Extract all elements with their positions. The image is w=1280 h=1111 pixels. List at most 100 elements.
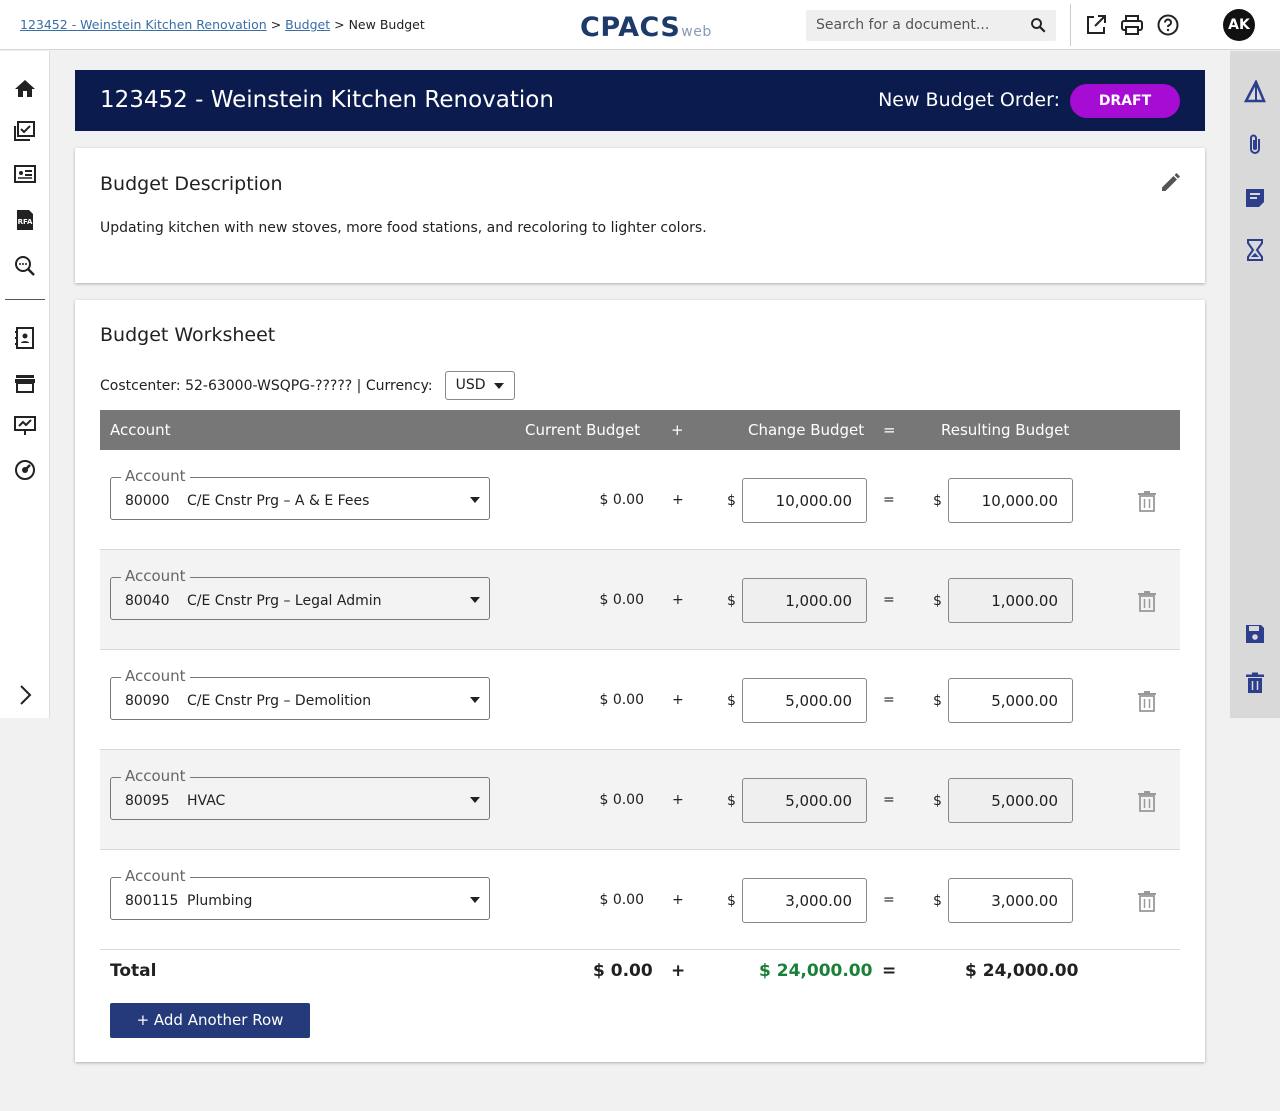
account-select[interactable]: Account 800115 Plumbing xyxy=(110,867,490,920)
account-select[interactable]: Account 80095 HVAC xyxy=(110,767,490,820)
total-equals: = xyxy=(882,961,897,981)
table-row: Account 80040 C/E Cnstr Prg – Legal Admi… xyxy=(100,550,1180,650)
toolbar-divider xyxy=(1070,4,1071,46)
table-row: Account 80095 HVAC $ 0.00 + $ 5,000.00 =… xyxy=(100,750,1180,850)
current-budget-value: $ 0.00 xyxy=(599,692,644,708)
search-placeholder: Search for a document... xyxy=(816,17,990,33)
currency-select[interactable]: USD xyxy=(444,371,515,400)
resulting-budget-input[interactable]: 5,000.00 xyxy=(948,778,1073,823)
plus-sign: + xyxy=(672,592,684,608)
breadcrumb: 123452 - Weinstein Kitchen Renovation > … xyxy=(20,17,425,32)
contacts-icon[interactable] xyxy=(13,326,37,350)
account-code: 800115 xyxy=(125,893,179,909)
account-select[interactable]: Account 80090 C/E Cnstr Prg – Demolition xyxy=(110,667,490,720)
trash-icon[interactable] xyxy=(1135,489,1159,513)
hourglass-icon[interactable] xyxy=(1243,238,1267,262)
breadcrumb-separator: > xyxy=(334,17,345,32)
search-review-icon[interactable] xyxy=(13,254,37,278)
project-header: 123452 - Weinstein Kitchen Renovation Ne… xyxy=(75,70,1205,131)
currency-symbol: $ xyxy=(933,793,942,809)
resulting-budget-input[interactable]: 1,000.00 xyxy=(948,578,1073,623)
left-sidebar: RFA xyxy=(0,51,50,718)
account-field-label: Account xyxy=(121,767,190,785)
open-external-icon[interactable] xyxy=(1084,13,1108,37)
trash-icon[interactable] xyxy=(1135,889,1159,913)
breadcrumb-budget-link[interactable]: Budget xyxy=(285,17,330,32)
tasks-icon[interactable] xyxy=(13,119,37,143)
total-result: $ 24,000.00 xyxy=(965,961,1079,981)
chevron-down-icon xyxy=(470,497,480,503)
notes-icon[interactable] xyxy=(1243,186,1267,210)
currency-symbol: $ xyxy=(933,493,942,509)
currency-symbol: $ xyxy=(727,693,736,709)
expand-icon[interactable] xyxy=(13,683,37,707)
equals-sign: = xyxy=(883,592,895,608)
costcenter-label: Costcenter: 52-63000-WSQPG-????? | Curre… xyxy=(100,377,433,394)
currency-symbol: $ xyxy=(727,593,736,609)
trash-icon[interactable] xyxy=(1135,789,1159,813)
account-field-label: Account xyxy=(121,867,190,885)
rfa-icon[interactable]: RFA xyxy=(13,208,37,232)
account-select[interactable]: Account 80000 C/E Cnstr Prg – A & E Fees xyxy=(110,467,490,520)
trash-icon[interactable] xyxy=(1135,689,1159,713)
account-name: HVAC xyxy=(187,793,226,809)
logo-suffix: web xyxy=(681,24,712,40)
triangle-icon[interactable] xyxy=(1243,80,1267,104)
account-name: Plumbing xyxy=(187,893,253,909)
currency-symbol: $ xyxy=(933,693,942,709)
contract-icon[interactable] xyxy=(13,162,37,186)
presentation-icon[interactable] xyxy=(13,414,37,438)
plus-sign: + xyxy=(672,692,684,708)
current-budget-value: $ 0.00 xyxy=(599,492,644,508)
plus-sign: + xyxy=(672,792,684,808)
search-icon[interactable] xyxy=(1029,16,1047,34)
equals-sign: = xyxy=(883,492,895,508)
currency-symbol: $ xyxy=(727,493,736,509)
resulting-budget-input[interactable]: 5,000.00 xyxy=(948,678,1073,723)
change-budget-input[interactable]: 1,000.00 xyxy=(742,578,867,623)
breadcrumb-project-link[interactable]: 123452 - Weinstein Kitchen Renovation xyxy=(20,17,267,32)
store-icon[interactable] xyxy=(13,372,37,396)
description-title: Budget Description xyxy=(100,173,283,195)
chevron-down-icon xyxy=(493,383,504,389)
resulting-budget-input[interactable]: 3,000.00 xyxy=(948,878,1073,923)
equals-sign: = xyxy=(883,792,895,808)
total-label: Total xyxy=(110,961,157,981)
currency-symbol: $ xyxy=(727,793,736,809)
change-budget-input[interactable]: 10,000.00 xyxy=(742,478,867,523)
trash-icon[interactable] xyxy=(1135,589,1159,613)
add-row-button[interactable]: + Add Another Row xyxy=(110,1003,310,1038)
column-header-equals: = xyxy=(883,421,896,439)
account-name: C/E Cnstr Prg – A & E Fees xyxy=(187,493,370,509)
svg-text:RFA: RFA xyxy=(18,218,33,226)
change-budget-input[interactable]: 5,000.00 xyxy=(742,778,867,823)
change-budget-input[interactable]: 5,000.00 xyxy=(742,678,867,723)
order-label: New Budget Order: xyxy=(878,89,1060,111)
top-bar: 123452 - Weinstein Kitchen Renovation > … xyxy=(0,0,1280,50)
delete-icon[interactable] xyxy=(1243,671,1267,695)
app-logo[interactable]: CPACSweb xyxy=(580,12,712,43)
breadcrumb-separator: > xyxy=(270,17,282,32)
currency-symbol: $ xyxy=(727,893,736,909)
attachment-icon[interactable] xyxy=(1243,133,1267,157)
change-budget-input[interactable]: 3,000.00 xyxy=(742,878,867,923)
dashboard-icon[interactable] xyxy=(13,458,37,482)
save-icon[interactable] xyxy=(1243,622,1267,646)
chevron-down-icon xyxy=(470,697,480,703)
account-field-label: Account xyxy=(121,667,190,685)
help-icon[interactable] xyxy=(1156,13,1180,37)
equals-sign: = xyxy=(883,692,895,708)
plus-sign: + xyxy=(672,892,684,908)
table-row: Account 80000 C/E Cnstr Prg – A & E Fees… xyxy=(100,450,1180,550)
logo-main: CPACS xyxy=(580,12,681,43)
sidebar-divider xyxy=(5,299,45,300)
edit-icon[interactable] xyxy=(1159,170,1183,194)
resulting-budget-input[interactable]: 10,000.00 xyxy=(948,478,1073,523)
search-input[interactable]: Search for a document... xyxy=(806,10,1056,41)
account-select[interactable]: Account 80040 C/E Cnstr Prg – Legal Admi… xyxy=(110,567,490,620)
print-icon[interactable] xyxy=(1120,13,1144,37)
home-icon[interactable] xyxy=(13,77,37,101)
user-avatar[interactable]: AK xyxy=(1223,9,1255,41)
current-budget-value: $ 0.00 xyxy=(599,892,644,908)
equals-sign: = xyxy=(883,892,895,908)
